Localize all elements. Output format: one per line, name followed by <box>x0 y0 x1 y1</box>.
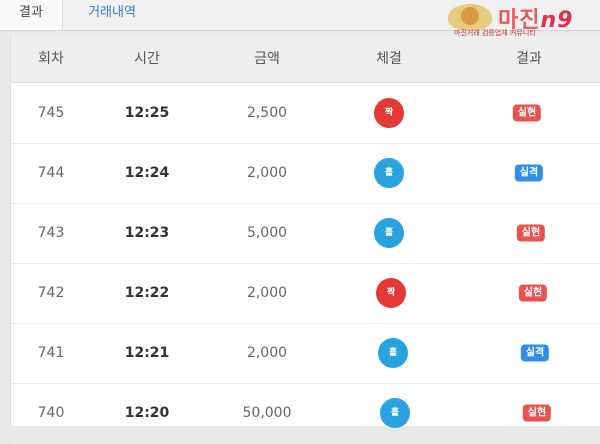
result-badge: 실격 <box>514 164 544 182</box>
time-cell: 12:25 <box>124 105 170 121</box>
amount-cell: 2,000 <box>246 285 288 301</box>
amount-cell: 2,000 <box>246 165 288 181</box>
header-amount: 금액 <box>254 51 280 67</box>
time-cell: 12:21 <box>124 345 170 361</box>
result-badge: 실격 <box>520 344 550 362</box>
header-time: 시간 <box>134 51 160 67</box>
execution-ball: 홀 <box>380 398 410 428</box>
header-round: 회차 <box>38 51 64 67</box>
table-row[interactable]: 744 12:24 2,000 홀 실격 <box>11 143 600 204</box>
execution-ball: 짝 <box>374 98 404 128</box>
result-badge: 실현 <box>516 224 546 242</box>
tab-result[interactable]: 결과 <box>0 0 63 30</box>
round-cell: 745 <box>37 105 65 121</box>
result-badge: 실현 <box>512 104 542 122</box>
table-row[interactable]: 745 12:25 2,500 짝 실현 <box>11 83 600 144</box>
execution-ball: 홀 <box>374 218 404 248</box>
round-cell: 741 <box>37 345 65 361</box>
table-row[interactable]: 740 12:20 50,000 홀 실현 <box>11 383 600 444</box>
execution-ball: 홀 <box>378 338 408 368</box>
time-cell: 12:24 <box>124 165 170 181</box>
table-row[interactable]: 743 12:23 5,000 홀 실현 <box>11 203 600 264</box>
history-table: 회차 시간 금액 체결 결과 745 12:25 2,500 짝 실현 744 … <box>10 36 600 444</box>
time-cell: 12:20 <box>124 405 170 421</box>
watermark-logo: 마진n9 마진거래 검증업체 커뮤니티 <box>448 2 598 40</box>
time-cell: 12:23 <box>124 225 170 241</box>
result-badge: 실현 <box>522 404 552 422</box>
header-execution: 체결 <box>376 51 402 67</box>
amount-cell: 2,000 <box>246 345 288 361</box>
time-cell: 12:22 <box>124 285 170 301</box>
amount-cell: 5,000 <box>246 225 288 241</box>
logo-number: n9 <box>540 8 574 33</box>
round-cell: 742 <box>37 285 65 301</box>
execution-ball: 짝 <box>376 278 406 308</box>
header-result: 결과 <box>516 51 542 67</box>
amount-cell: 2,500 <box>246 105 288 121</box>
execution-ball: 홀 <box>374 158 404 188</box>
round-cell: 740 <box>37 405 65 421</box>
result-badge: 실현 <box>518 284 548 302</box>
round-cell: 744 <box>37 165 65 181</box>
logo-emblem-icon <box>448 4 492 30</box>
table-header: 회차 시간 금액 체결 결과 <box>11 36 600 83</box>
tab-history[interactable]: 거래내역 <box>74 0 150 30</box>
round-cell: 743 <box>37 225 65 241</box>
table-row[interactable]: 741 12:21 2,000 홀 실격 <box>11 323 600 384</box>
amount-cell: 50,000 <box>242 405 292 421</box>
table-row[interactable]: 742 12:22 2,000 짝 실현 <box>11 263 600 324</box>
